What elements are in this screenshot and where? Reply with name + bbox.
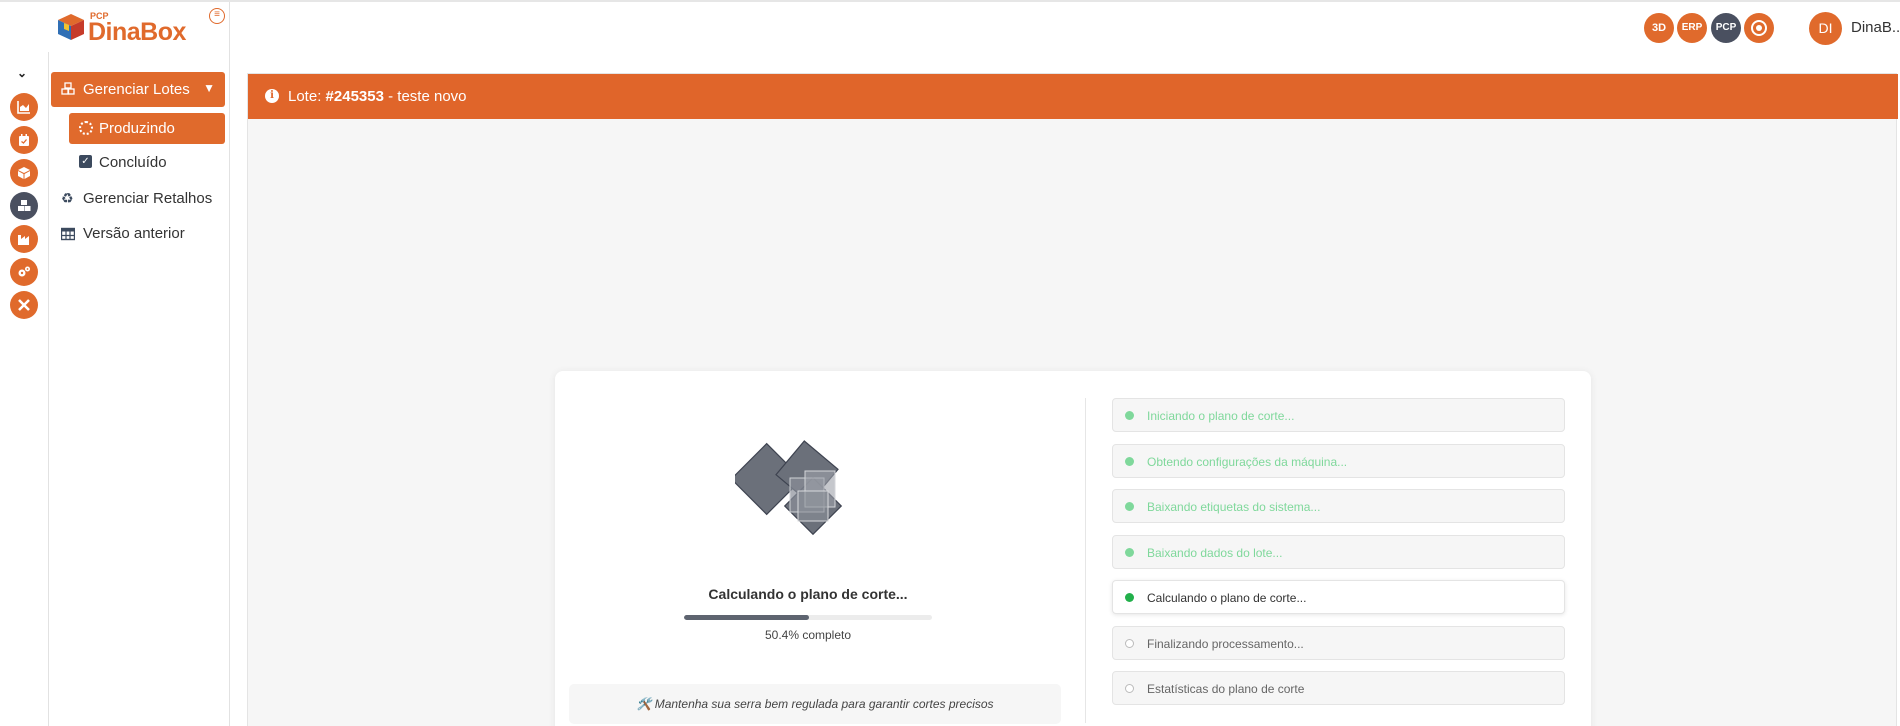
- step-status-icon: [1125, 638, 1134, 648]
- step-label: Iniciando o plano de corte...: [1147, 409, 1295, 423]
- step-label: Finalizando processamento...: [1147, 636, 1304, 651]
- sub-sidebar: Gerenciar Lotes ▼ Produzindo ✓ Concluído…: [49, 52, 230, 726]
- menu-toggle-icon[interactable]: ≡: [209, 8, 225, 24]
- cube-logo-icon: [58, 14, 84, 40]
- step-item: Baixando etiquetas do sistema...: [1112, 489, 1565, 523]
- sidebar-item-gerenciar-retalhos[interactable]: ♻ Gerenciar Retalhos: [51, 185, 225, 213]
- progress-text: 50.4% completo: [764, 628, 852, 642]
- sidebar-item-label: Versão anterior: [83, 225, 185, 242]
- info-icon: i: [265, 89, 279, 103]
- step-item: Estatísticas do plano de corte: [1112, 671, 1565, 705]
- processing-title: Calculando o plano de corte...: [708, 586, 908, 602]
- step-status-icon: [1125, 547, 1134, 557]
- recycle-icon: ♻: [61, 190, 74, 206]
- target-button[interactable]: [1744, 13, 1774, 43]
- lot-panel: i Lote: #245353 - teste novo Calculando …: [247, 73, 1898, 726]
- rail-box[interactable]: [10, 159, 38, 187]
- rail-dashboard[interactable]: [10, 93, 38, 121]
- step-label: Baixando dados do lote...: [1147, 545, 1283, 560]
- sidebar-item-label: Produzindo: [99, 120, 175, 137]
- rail-calendar[interactable]: [10, 126, 38, 154]
- chart-icon: [17, 101, 30, 114]
- sidebar-item-gerenciar-lotes[interactable]: Gerenciar Lotes ▼: [51, 72, 225, 107]
- sidebar-item-concluido[interactable]: ✓ Concluído: [69, 149, 225, 177]
- cubes-icon: [18, 200, 31, 211]
- table-icon: [61, 227, 75, 241]
- lot-title: Lote: #245353 - teste novo: [288, 88, 467, 105]
- progress-fill: [684, 615, 809, 620]
- divider: [1085, 398, 1086, 723]
- rail-lots[interactable]: [10, 192, 38, 220]
- top-header: PCP DinaBox ≡ 3D ERP PCP DI DinaB...: [0, 0, 1900, 54]
- sidebar-item-produzindo[interactable]: Produzindo: [69, 113, 225, 144]
- step-status-icon: [1125, 411, 1134, 420]
- spinner-icon: [79, 121, 93, 135]
- tools-icon: [18, 299, 30, 311]
- rail-factory[interactable]: [10, 225, 38, 253]
- chevron-down-icon[interactable]: ⌄: [17, 66, 27, 80]
- step-item: Finalizando processamento...: [1112, 625, 1565, 660]
- checkbox-icon: ✓: [79, 155, 92, 168]
- lot-number: #245353: [325, 88, 384, 105]
- logo[interactable]: PCP DinaBox ≡: [0, 2, 230, 54]
- step-item: Baixando dados do lote...: [1112, 534, 1565, 569]
- app-pcp-button[interactable]: PCP: [1711, 13, 1741, 43]
- app-3d-button[interactable]: 3D: [1644, 13, 1674, 43]
- sidebar-item-versao-anterior[interactable]: Versão anterior: [51, 220, 225, 248]
- step-label: Baixando etiquetas do sistema...: [1147, 500, 1321, 514]
- app-erp-button[interactable]: ERP: [1677, 13, 1707, 43]
- progress-bar: [684, 615, 932, 620]
- step-status-icon: [1125, 502, 1134, 511]
- step-label: Obtendo configurações da máquina...: [1147, 454, 1348, 469]
- user-name[interactable]: DinaB...: [1851, 19, 1900, 36]
- sidebar-item-label: Gerenciar Lotes: [83, 81, 190, 98]
- step-status-icon: [1125, 456, 1134, 466]
- sidebar-item-label: Gerenciar Retalhos: [83, 190, 213, 207]
- logo-text: DinaBox: [88, 18, 186, 46]
- icon-rail: ⌄: [0, 52, 49, 726]
- step-item: Obtendo configurações da máquina...: [1112, 443, 1565, 478]
- user-avatar[interactable]: DI: [1809, 12, 1842, 45]
- calendar-icon: [19, 134, 29, 146]
- tip-box: 🛠️ Mantenha sua serra bem regulada para …: [569, 684, 1061, 724]
- processing-card: Calculando o plano de corte... 50.4% com…: [555, 371, 1591, 726]
- factory-icon: [18, 235, 29, 245]
- sidebar-item-label: Concluído: [99, 154, 167, 171]
- gears-icon: [18, 266, 30, 277]
- step-label: Estatísticas do plano de corte: [1147, 682, 1305, 696]
- rail-settings[interactable]: [10, 258, 38, 286]
- rail-tools[interactable]: [10, 291, 38, 319]
- steps-list: Iniciando o plano de corte... Obtendo con…: [1112, 398, 1565, 717]
- step-item: Calculando o plano de corte...: [1112, 580, 1565, 614]
- lot-banner: i Lote: #245353 - teste novo: [248, 74, 1898, 119]
- chevron-down-icon: ▼: [203, 81, 215, 95]
- box-icon: [18, 167, 30, 179]
- step-status-icon: [1125, 684, 1134, 693]
- main-content: i Lote: #245353 - teste novo Calculando …: [230, 52, 1900, 726]
- step-status-icon: [1125, 593, 1134, 602]
- step-label: Calculando o plano de corte...: [1147, 591, 1307, 605]
- cutting-animation-icon: [735, 440, 843, 536]
- step-item: Iniciando o plano de corte...: [1112, 398, 1565, 432]
- cubes-icon: [61, 82, 75, 95]
